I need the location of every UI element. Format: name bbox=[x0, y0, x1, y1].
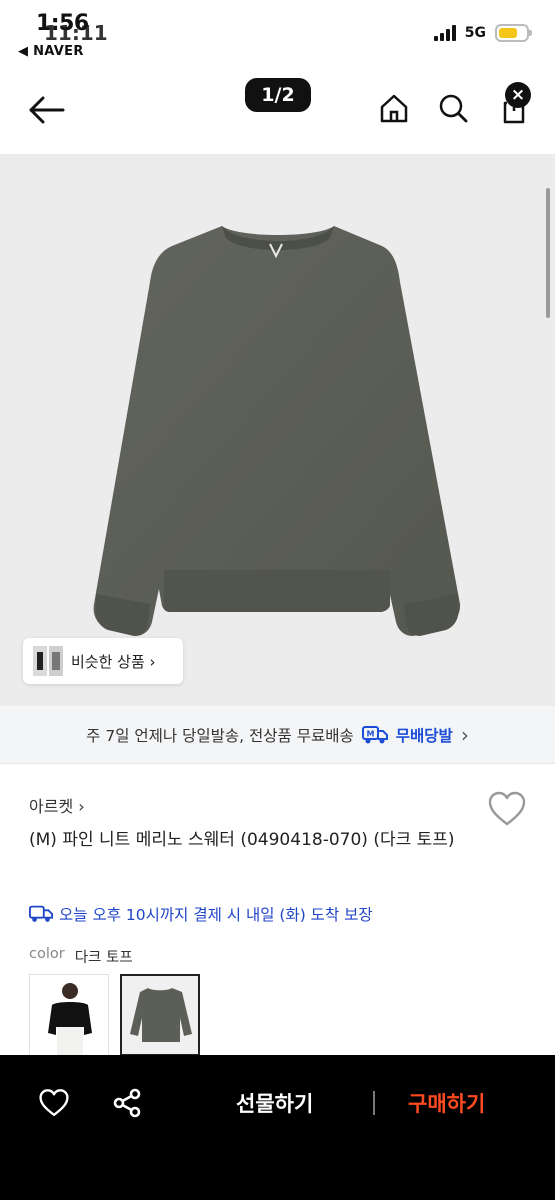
like-button[interactable] bbox=[36, 1085, 72, 1121]
app-header: 1/2 bbox=[0, 66, 555, 154]
product-image-carousel[interactable]: 비슷한 상품 › bbox=[0, 154, 555, 706]
gift-button[interactable]: 선물하기 bbox=[236, 1088, 313, 1118]
close-overlay-button[interactable]: × bbox=[505, 82, 531, 108]
product-title: (M) 파인 니트 메리노 스웨터 (0490418-070) (다크 토프) bbox=[29, 830, 455, 850]
network-label: 5G bbox=[464, 25, 486, 41]
similar-products-button[interactable]: 비슷한 상품 › bbox=[23, 638, 183, 684]
brand-link[interactable]: 아르켓 › bbox=[29, 793, 85, 817]
image-scrollbar[interactable] bbox=[546, 188, 550, 318]
color-value: 다크 토프 bbox=[74, 950, 133, 966]
sweater-image bbox=[93, 226, 461, 636]
image-page-indicator: 1/2 bbox=[245, 78, 311, 112]
svg-text:M: M bbox=[366, 729, 374, 738]
free-shipping-brand: 무배당발 bbox=[395, 726, 453, 745]
heart-icon bbox=[39, 1089, 69, 1117]
action-divider bbox=[373, 1091, 375, 1115]
signal-icon bbox=[433, 25, 456, 41]
bottom-action-bar: 선물하기 구매하기 bbox=[0, 1055, 555, 1200]
heart-icon bbox=[488, 791, 526, 826]
arrow-left-icon bbox=[29, 96, 65, 124]
shipping-banner-text: 주 7일 언제나 당일발송, 전상품 무료배송 bbox=[86, 726, 354, 745]
buy-button[interactable]: 구매하기 bbox=[408, 1088, 485, 1118]
model-black-sweater-image bbox=[48, 983, 92, 1055]
similar-products-thumbnail bbox=[33, 646, 63, 676]
search-button[interactable] bbox=[433, 88, 473, 128]
color-label: color bbox=[29, 946, 65, 962]
back-to-app-link[interactable]: ◀ NAVER bbox=[18, 44, 84, 59]
shipping-banner[interactable]: 주 7일 언제나 당일발송, 전상품 무료배송 M 무배당발 › bbox=[0, 706, 555, 764]
home-icon bbox=[380, 94, 408, 123]
dark-taupe-sweater-thumbnail bbox=[122, 976, 198, 1054]
share-product-button[interactable] bbox=[109, 1085, 145, 1121]
battery-icon bbox=[495, 24, 532, 42]
color-swatch-black[interactable] bbox=[29, 974, 109, 1056]
share-nodes-icon bbox=[113, 1088, 141, 1118]
chevron-right-icon: › bbox=[460, 722, 469, 747]
wishlist-button[interactable] bbox=[487, 790, 527, 828]
similar-products-label: 비슷한 상품 › bbox=[71, 653, 156, 671]
search-icon bbox=[439, 94, 468, 123]
color-option-row: color 다크 토프 bbox=[29, 946, 133, 967]
delivery-truck-icon: M bbox=[361, 725, 388, 745]
delivery-guarantee: 오늘 오후 10시까지 결제 시 내일 (화) 도착 보장 bbox=[29, 903, 373, 925]
status-bar: 1:56 11:11 ◀ NAVER 5G bbox=[0, 0, 555, 66]
delivery-guarantee-text: 오늘 오후 10시까지 결제 시 내일 (화) 도착 보장 bbox=[59, 906, 373, 924]
status-time-overlay: 11:11 bbox=[44, 21, 108, 45]
home-button[interactable] bbox=[374, 88, 414, 128]
color-swatch-dark-taupe[interactable] bbox=[120, 974, 200, 1056]
close-icon: × bbox=[510, 85, 526, 105]
back-button[interactable] bbox=[24, 90, 68, 130]
status-indicators: 5G bbox=[433, 24, 532, 42]
delivery-truck-icon bbox=[29, 905, 53, 922]
